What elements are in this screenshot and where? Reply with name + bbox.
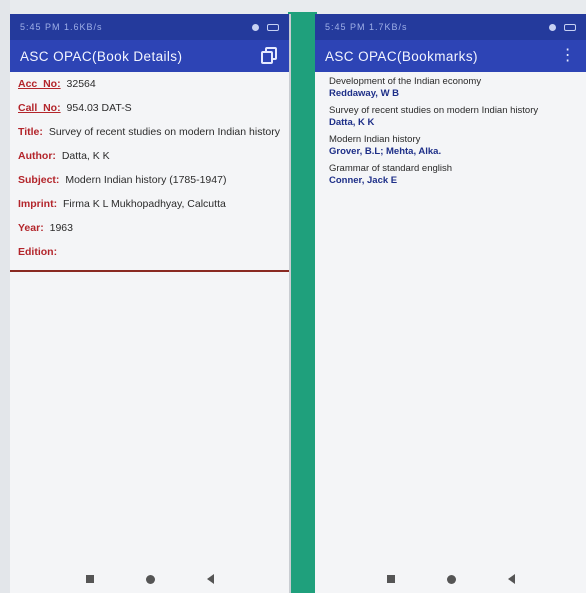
bookmark-list: Development of the Indian economy Reddaw… [315, 72, 586, 187]
detail-value: Survey of recent studies on modern India… [48, 126, 280, 138]
recents-nav-icon[interactable] [386, 575, 395, 583]
overflow-menu-icon[interactable]: ⋮ [560, 48, 576, 64]
detail-label: Title: [18, 126, 43, 138]
bookmark-title: Development of the Indian economy [329, 76, 482, 87]
left-phone-screen: 5:45 PM 1.6KB/s ASC OPAC(Book Details) A… [10, 14, 291, 593]
photo-background-left [0, 0, 10, 593]
bookmark-item[interactable]: Survey of recent studies on modern India… [329, 105, 578, 129]
detail-acc-no: Acc_No: 32564 [18, 78, 281, 91]
home-nav-icon[interactable] [446, 574, 456, 584]
back-nav-icon[interactable] [507, 574, 515, 584]
copy-icon[interactable] [261, 47, 279, 65]
detail-label: Edition: [18, 246, 58, 258]
detail-subject: Subject: Modern Indian history (1785-194… [18, 174, 281, 187]
detail-value: Modern Indian history (1785-1947) [65, 174, 227, 186]
detail-label: Year: [18, 222, 44, 234]
bookmark-title: Grammar of standard english [329, 163, 453, 174]
detail-imprint: Imprint: Firma K L Mukhopadhyay, Calcutt… [18, 198, 281, 211]
detail-author: Author: Datta, K K [18, 150, 281, 163]
bookmark-item[interactable]: Modern Indian history Grover, B.L; Mehta… [329, 134, 578, 158]
bookmark-author: Reddaway, W B [329, 88, 400, 99]
bookmark-item[interactable]: Development of the Indian economy Reddaw… [329, 76, 578, 100]
detail-value: Firma K L Mukhopadhyay, Calcutta [63, 198, 226, 210]
detail-value: Datta, K K [61, 150, 110, 162]
battery-icon [267, 23, 279, 31]
signal-icon [252, 23, 259, 31]
detail-title: Title: Survey of recent studies on moder… [18, 126, 281, 139]
recents-nav-icon[interactable] [85, 575, 94, 583]
app-bar: ASC OPAC(Book Details) [10, 40, 289, 72]
app-bar: ASC OPAC(Bookmarks) ⋮ [315, 40, 586, 72]
signal-icon [549, 23, 556, 31]
detail-edition: Edition: [18, 246, 281, 259]
bookmark-author: Grover, B.L; Mehta, Alka. [329, 146, 442, 157]
detail-year: Year: 1963 [18, 222, 281, 235]
detail-value: 32564 [66, 78, 96, 90]
system-icons [252, 23, 279, 31]
bookmark-title: Survey of recent studies on modern India… [329, 105, 539, 116]
detail-call-no: Call_No: 954.03 DAT-S [18, 102, 281, 115]
system-nav-bar [10, 565, 289, 593]
system-nav-bar [315, 565, 586, 593]
bookmark-title: Modern Indian history [329, 134, 421, 145]
detail-label: Author: [18, 150, 56, 162]
battery-icon [564, 23, 576, 31]
book-details: Acc_No: 32564 Call_No: 954.03 DAT-S Titl… [10, 72, 289, 259]
system-icons [549, 23, 576, 31]
bookmark-author: Datta, K K [329, 117, 375, 128]
app-title: ASC OPAC(Book Details) [20, 48, 183, 64]
back-nav-icon[interactable] [206, 574, 214, 584]
right-phone-screen: 5:45 PM 1.7KB/s ASC OPAC(Bookmarks) ⋮ De… [315, 14, 586, 593]
status-bar: 5:45 PM 1.6KB/s [10, 14, 289, 40]
status-time: 5:45 PM 1.7KB/s [325, 22, 408, 32]
detail-value: 954.03 DAT-S [66, 102, 132, 114]
app-title: ASC OPAC(Bookmarks) [325, 48, 478, 64]
details-divider [10, 270, 289, 272]
bookmark-item[interactable]: Grammar of standard english Conner, Jack… [329, 163, 578, 187]
status-time: 5:45 PM 1.6KB/s [20, 22, 103, 32]
green-divider [288, 12, 317, 593]
home-nav-icon[interactable] [145, 574, 155, 584]
status-bar: 5:45 PM 1.7KB/s [315, 14, 586, 40]
detail-label: Call_No: [18, 102, 61, 114]
detail-value: 1963 [49, 222, 73, 234]
detail-label: Imprint: [18, 198, 58, 210]
bookmark-author: Conner, Jack E [329, 175, 398, 186]
detail-label: Subject: [18, 174, 60, 186]
detail-label: Acc_No: [18, 78, 61, 90]
